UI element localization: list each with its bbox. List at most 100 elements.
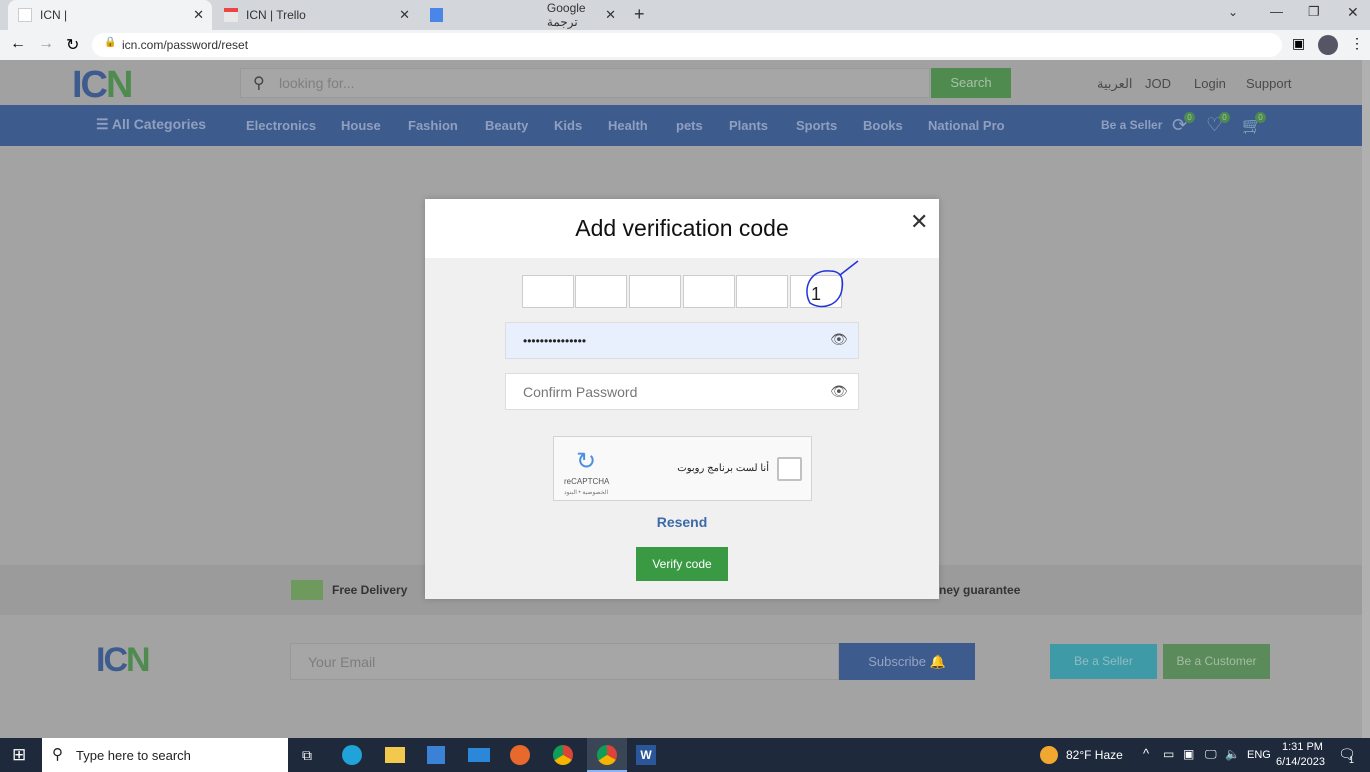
windows-taskbar: ⊞ ⚲ Type here to search ⧉ W 82°F Haze ^ ▭… <box>0 738 1370 772</box>
close-tab-icon[interactable]: ✕ <box>399 7 410 23</box>
code-digit-4[interactable] <box>683 275 735 308</box>
page-scrollbar[interactable] <box>1362 60 1370 738</box>
show-hidden-icons[interactable]: ^ <box>1143 746 1149 761</box>
cart-badge: 0 <box>1255 112 1266 123</box>
reload-icon[interactable]: ↻ <box>66 35 79 55</box>
tab-trello[interactable]: ICN | Trello ✕ <box>214 0 418 30</box>
nav-sports[interactable]: Sports <box>796 118 837 133</box>
firefox-icon[interactable] <box>510 745 530 765</box>
login-link[interactable]: Login <box>1194 76 1226 91</box>
footer-be-seller-button[interactable]: Be a Seller <box>1050 644 1157 679</box>
input-language[interactable]: ENG <box>1247 749 1271 761</box>
lock-icon: 🔒 <box>104 37 117 48</box>
code-digit-3[interactable] <box>629 275 681 308</box>
confirm-password-field[interactable]: Confirm Password <box>505 373 859 410</box>
translate-favicon-icon <box>430 8 443 22</box>
search-button[interactable]: Search <box>931 68 1011 98</box>
nav-electronics[interactable]: Electronics <box>246 118 316 133</box>
icn-logo[interactable]: ICN <box>72 64 133 107</box>
search-icon: ⚲ <box>52 746 63 763</box>
free-delivery-text: Free Delivery <box>332 583 408 597</box>
security-icon[interactable]: ▣ <box>1183 747 1194 761</box>
menu-icon[interactable]: ⋮ <box>1350 35 1364 52</box>
resend-link[interactable]: Resend <box>425 514 939 530</box>
code-digit-5[interactable] <box>736 275 788 308</box>
url-input[interactable]: 🔒 icn.com/password/reset <box>92 33 1282 57</box>
tab-bar: ICN | ✕ ICN | Trello ✕ Google ترجمة ✕ + ⌄ —… <box>0 0 1370 30</box>
weather-icon <box>1040 746 1058 764</box>
compare-badge: 0 <box>1184 112 1195 123</box>
tab-google-translate[interactable]: Google ترجمة ✕ <box>420 0 624 30</box>
new-tab-icon[interactable]: + <box>634 4 645 25</box>
volume-icon[interactable]: 🔈 <box>1225 747 1240 761</box>
close-modal-icon[interactable]: ✕ <box>910 209 928 235</box>
eye-slash-icon[interactable]: 👁 <box>830 383 848 400</box>
tab-icn[interactable]: ICN | ✕ <box>8 0 212 30</box>
forward-icon[interactable]: → <box>38 35 54 53</box>
verify-code-button[interactable]: Verify code <box>636 547 728 581</box>
clock-date[interactable]: 6/14/2023 <box>1276 756 1325 768</box>
minimize-icon[interactable]: — <box>1270 4 1283 19</box>
word-icon[interactable]: W <box>636 745 656 765</box>
be-customer-button[interactable]: Be a Customer <box>1163 644 1270 679</box>
nav-health[interactable]: Health <box>608 118 648 133</box>
code-digit-1[interactable] <box>522 275 574 308</box>
footer-icn-logo: ICN <box>96 641 151 679</box>
nav-house[interactable]: House <box>341 118 381 133</box>
modal-header: Add verification code ✕ <box>425 199 939 258</box>
store-icon[interactable] <box>427 746 445 764</box>
maximize-icon[interactable]: ❐ <box>1308 4 1320 20</box>
nav-national-pro[interactable]: National Pro <box>928 118 1005 133</box>
support-link[interactable]: Support <box>1246 76 1292 91</box>
back-icon[interactable]: ← <box>10 35 26 53</box>
chrome-icon[interactable] <box>553 745 573 765</box>
profile-avatar[interactable] <box>1318 35 1338 55</box>
money-guarantee-text: ney guarantee <box>939 583 1021 597</box>
notification-count: 1 <box>1349 755 1355 765</box>
recaptcha-brand: reCAPTCHA <box>564 477 610 486</box>
bell-icon: 🔔 <box>929 654 946 669</box>
close-tab-icon[interactable]: ✕ <box>605 7 616 23</box>
network-icon[interactable]: 🖵 <box>1205 747 1217 762</box>
all-categories-button[interactable]: ☰ All Categories <box>96 116 206 133</box>
subscribe-button[interactable]: Subscribe 🔔 <box>839 643 975 680</box>
currency-link[interactable]: JOD <box>1145 76 1171 91</box>
nav-plants[interactable]: Plants <box>729 118 768 133</box>
wishlist-badge: 0 <box>1219 112 1230 123</box>
clock-time[interactable]: 1:31 PM <box>1282 741 1323 753</box>
nav-pets[interactable]: pets <box>676 118 703 133</box>
task-view-icon[interactable]: ⧉ <box>302 747 312 764</box>
tab-search-icon[interactable]: ⌄ <box>1228 5 1238 19</box>
mail-icon[interactable] <box>468 748 490 762</box>
search-icon: ⚲ <box>253 75 265 92</box>
eye-slash-icon[interactable]: 👁 <box>830 331 848 348</box>
close-tab-icon[interactable]: ✕ <box>193 7 204 23</box>
taskbar-search-input[interactable]: ⚲ Type here to search <box>42 738 288 772</box>
file-explorer-icon[interactable] <box>385 747 405 763</box>
chrome-active-icon[interactable] <box>587 738 627 772</box>
nav-kids[interactable]: Kids <box>554 118 582 133</box>
edge-icon[interactable] <box>342 745 362 765</box>
nav-books[interactable]: Books <box>863 118 903 133</box>
delivery-truck-icon <box>291 580 323 600</box>
nav-fashion[interactable]: Fashion <box>408 118 458 133</box>
new-password-field[interactable]: ••••••••••••••• <box>505 322 859 359</box>
nav-beauty[interactable]: Beauty <box>485 118 528 133</box>
window-close-icon[interactable]: ✕ <box>1347 4 1359 21</box>
windows-start-icon[interactable]: ⊞ <box>12 745 26 765</box>
weather-text[interactable]: 82°F Haze <box>1066 748 1123 762</box>
icn-favicon-icon <box>18 8 32 22</box>
verification-modal: Add verification code ✕ 1 ••••••••••••••… <box>425 199 939 599</box>
hamburger-icon: ☰ <box>96 116 112 132</box>
trello-favicon-icon <box>224 8 238 22</box>
recaptcha-checkbox[interactable] <box>777 457 802 481</box>
search-input[interactable]: ⚲ looking for... <box>240 68 930 98</box>
recaptcha-privacy-terms[interactable]: الخصوصية • البنود <box>564 489 608 496</box>
meet-icon[interactable]: ▭ <box>1163 747 1174 761</box>
handwritten-circle-annotation <box>806 260 859 308</box>
arabic-language-link[interactable]: العربية <box>1097 76 1133 92</box>
be-seller-link[interactable]: Be a Seller <box>1101 118 1162 132</box>
side-panel-icon[interactable]: ▣ <box>1292 35 1305 52</box>
code-digit-2[interactable] <box>575 275 627 308</box>
email-input[interactable]: Your Email <box>290 643 839 680</box>
